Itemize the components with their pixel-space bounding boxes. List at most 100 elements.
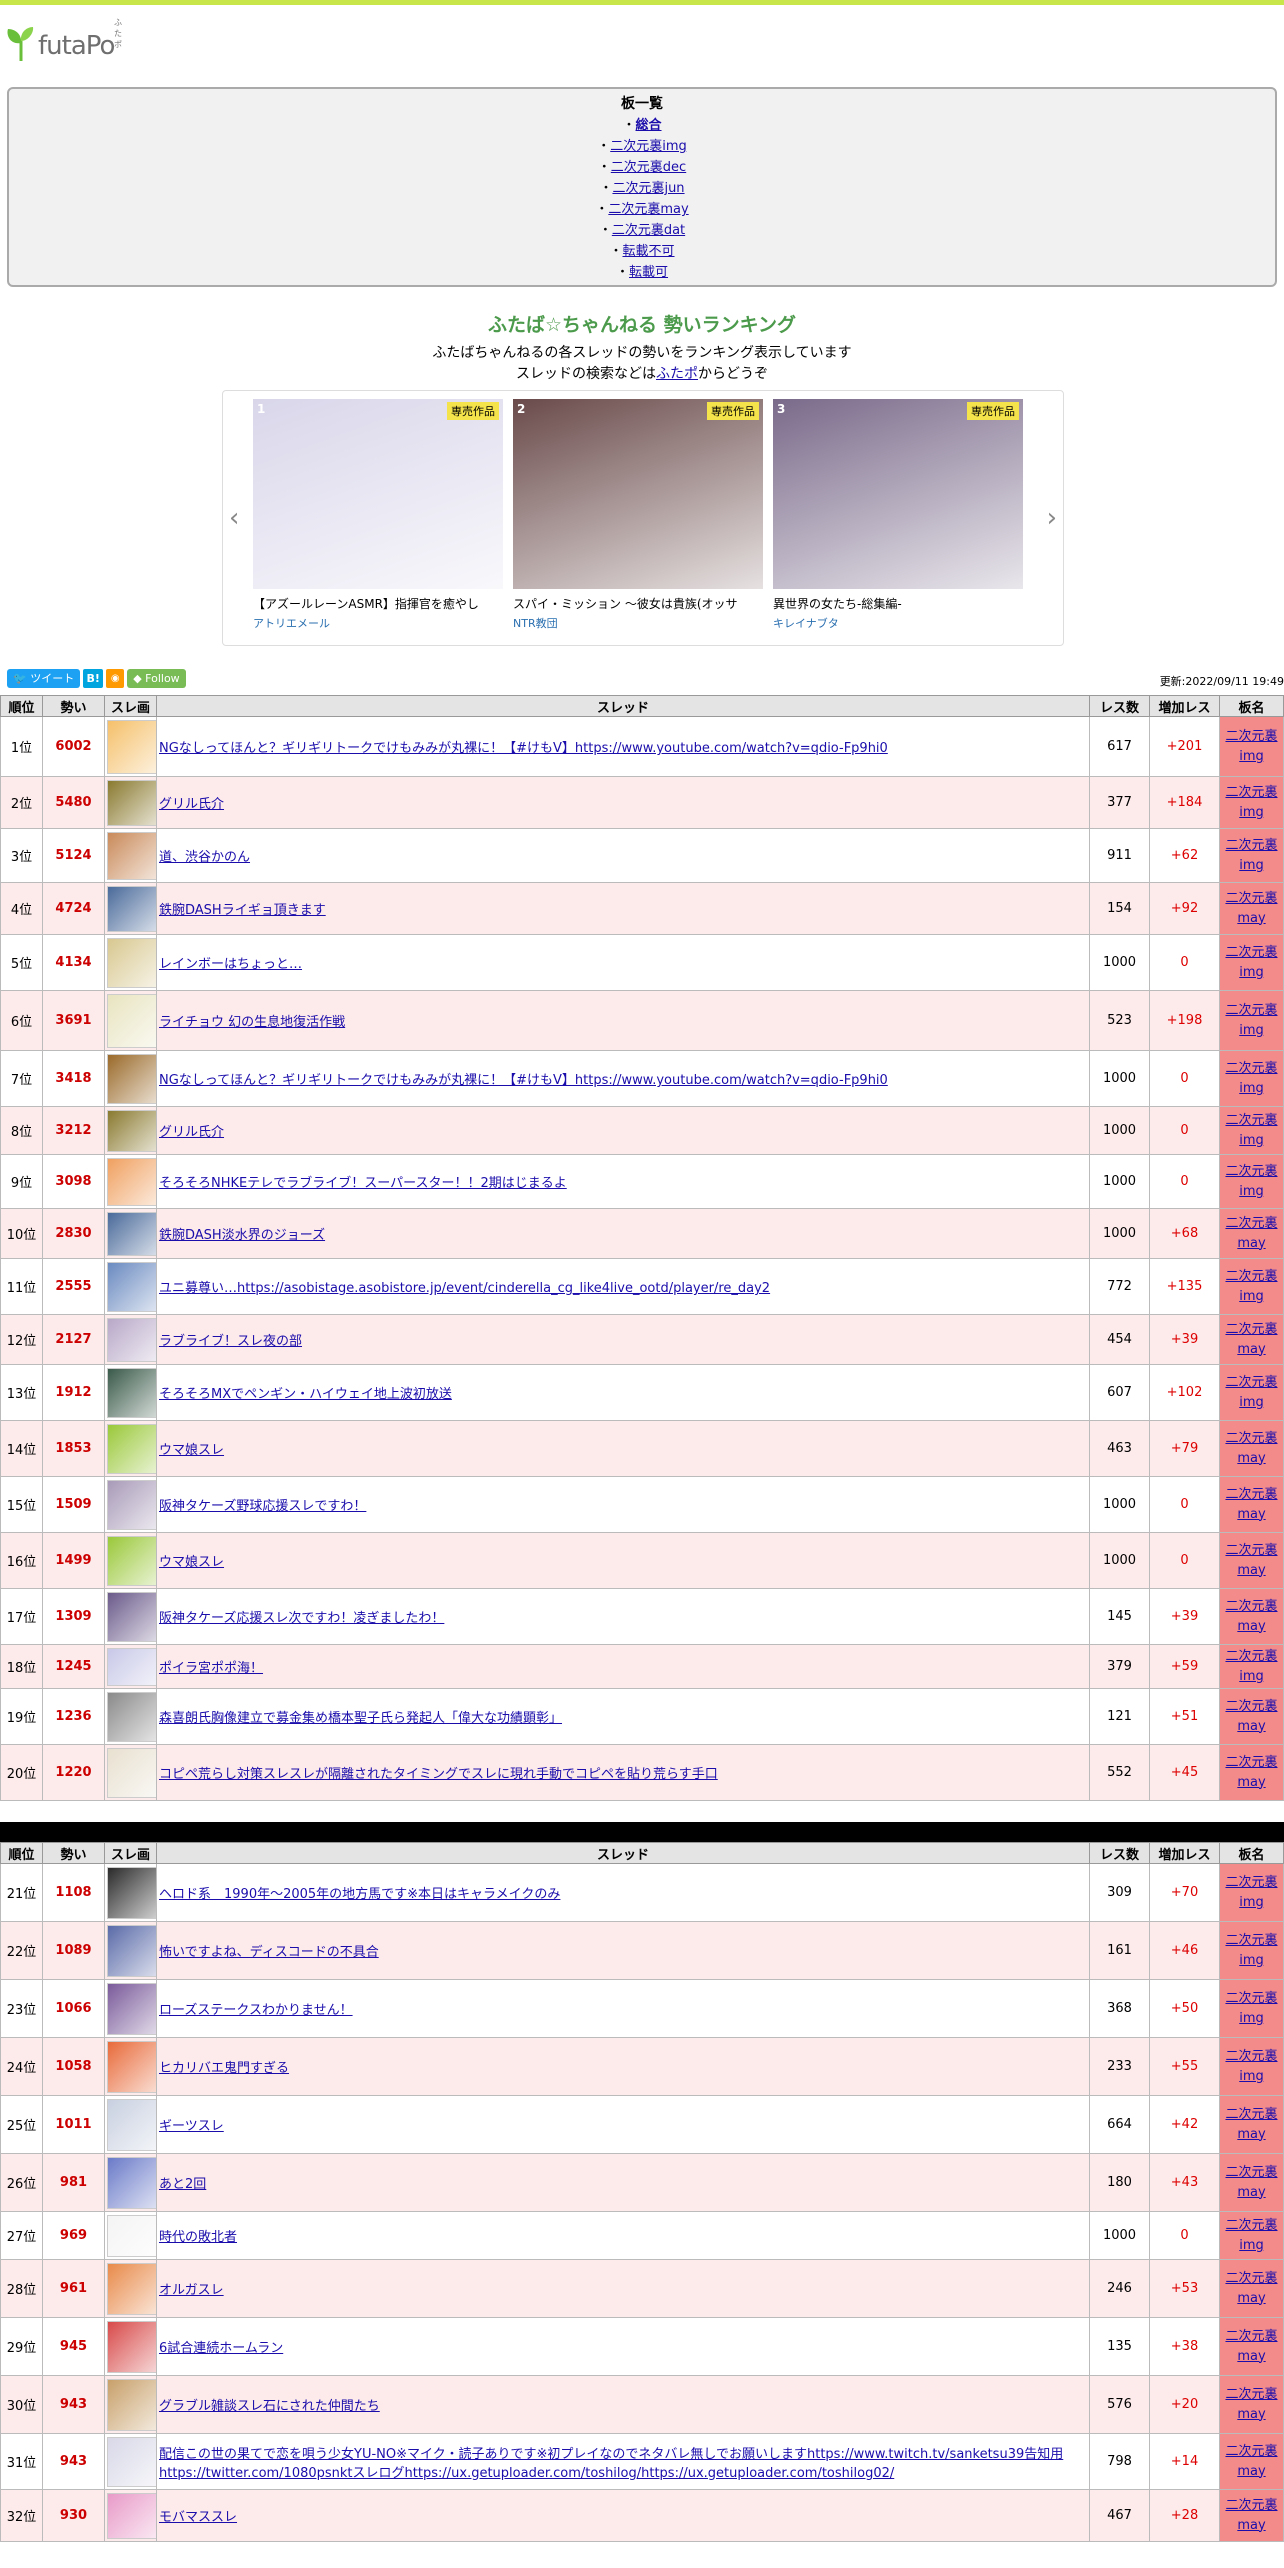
thread-link[interactable]: ポイラ宮ポポ海！	[159, 1661, 263, 1676]
carousel-item[interactable]: 1 専売作品 【アズールレーンASMR】指揮官を癒やし アトリエメール	[253, 399, 503, 631]
thread-thumbnail[interactable]	[107, 779, 157, 826]
board-name-link[interactable]: 二次元裏may	[1225, 1755, 1277, 1790]
thread-thumbnail[interactable]	[107, 885, 157, 932]
thread-thumbnail[interactable]	[107, 2156, 157, 2209]
carousel-prev-icon[interactable]: ‹	[229, 503, 239, 533]
thread-link[interactable]: ユニ募尊い…https://asobistage.asobistore.jp/e…	[159, 1281, 770, 1296]
thumb-cell[interactable]	[104, 1420, 157, 1477]
board-link[interactable]: 総合	[636, 118, 662, 133]
thumb-cell[interactable]	[104, 1588, 157, 1645]
thread-link[interactable]: オルガスレ	[159, 2283, 224, 2298]
thread-link[interactable]: ヘロド系 1990年〜2005年の地方馬です※本日はキャラメイクのみ	[159, 1887, 560, 1902]
thread-thumbnail[interactable]	[107, 1924, 157, 1977]
thread-thumbnail[interactable]	[107, 2098, 157, 2151]
board-name-link[interactable]: 二次元裏img	[1225, 1061, 1277, 1096]
thumb-cell[interactable]	[104, 1863, 157, 1922]
thumb-cell[interactable]	[104, 2375, 157, 2434]
board-name-link[interactable]: 二次元裏img	[1225, 1164, 1277, 1199]
tweet-button[interactable]: 🐦 ツイート	[7, 669, 81, 688]
thumb-cell[interactable]	[104, 2095, 157, 2154]
thumb-cell[interactable]	[104, 776, 157, 829]
thumb-cell[interactable]	[104, 2037, 157, 2096]
thread-thumbnail[interactable]	[107, 937, 157, 988]
site-logo[interactable]: futaPo ふたポ	[6, 18, 122, 61]
thumb-cell[interactable]	[104, 2259, 157, 2318]
thread-thumbnail[interactable]	[107, 1691, 157, 1742]
thumb-cell[interactable]	[104, 1688, 157, 1745]
thread-link[interactable]: 阪神タケーズ野球応援スレですわ！	[159, 1499, 366, 1514]
thumb-cell[interactable]	[104, 828, 157, 883]
thread-link[interactable]: 時代の敗北者	[159, 2230, 237, 2245]
board-name-link[interactable]: 二次元裏may	[1225, 1599, 1277, 1634]
thread-thumbnail[interactable]	[107, 1053, 157, 1104]
thread-thumbnail[interactable]	[107, 831, 157, 880]
thread-link[interactable]: そろそろMXでペンギン・ハイウェイ地上波初放送	[159, 1387, 452, 1402]
board-link[interactable]: 転載可	[629, 265, 668, 280]
thread-thumbnail[interactable]	[107, 1982, 157, 2035]
board-name-link[interactable]: 二次元裏may	[1225, 2329, 1277, 2364]
board-name-link[interactable]: 二次元裏img	[1225, 1375, 1277, 1410]
thread-link[interactable]: 阪神タケーズ応援スレ次ですわ！凌ぎましたわ！	[159, 1611, 444, 1626]
feedly-follow-button[interactable]: ◆ Follow	[127, 669, 186, 688]
board-name-link[interactable]: 二次元裏img	[1225, 945, 1277, 980]
rss-icon[interactable]: ◉	[106, 669, 125, 688]
thumb-cell[interactable]	[104, 1208, 157, 1259]
thread-thumbnail[interactable]	[107, 2378, 157, 2431]
board-name-link[interactable]: 二次元裏may	[1225, 891, 1277, 926]
board-name-link[interactable]: 二次元裏img	[1225, 1113, 1277, 1148]
thread-link[interactable]: グリル氏介	[159, 1125, 224, 1140]
product-cover-image[interactable]: 3 専売作品	[773, 399, 1023, 589]
board-name-link[interactable]: 二次元裏img	[1225, 729, 1277, 764]
board-name-link[interactable]: 二次元裏img	[1225, 2218, 1277, 2253]
thumb-cell[interactable]	[104, 1314, 157, 1365]
board-name-link[interactable]: 二次元裏may	[1225, 2387, 1277, 2422]
carousel-item[interactable]: 2 専売作品 スパイ・ミッション ～彼女は貴族(オッサ NTR教団	[513, 399, 763, 631]
thread-thumbnail[interactable]	[107, 1535, 157, 1586]
thread-thumbnail[interactable]	[107, 1866, 157, 1919]
thread-thumbnail[interactable]	[107, 719, 157, 774]
thumb-cell[interactable]	[104, 2211, 157, 2260]
product-title[interactable]: スパイ・ミッション ～彼女は貴族(オッサ	[513, 595, 763, 612]
product-circle[interactable]: アトリエメール	[253, 615, 503, 631]
board-link[interactable]: 転載不可	[623, 244, 675, 259]
board-name-link[interactable]: 二次元裏img	[1225, 838, 1277, 873]
thumb-cell[interactable]	[104, 1532, 157, 1589]
thread-thumbnail[interactable]	[107, 1647, 157, 1686]
thumb-cell[interactable]	[104, 716, 157, 777]
thread-link[interactable]: グリル氏介	[159, 797, 224, 812]
board-name-link[interactable]: 二次元裏may	[1225, 1487, 1277, 1522]
thumb-cell[interactable]	[104, 2317, 157, 2376]
thread-thumbnail[interactable]	[107, 1261, 157, 1312]
thread-link[interactable]: ローズステークスわかりません！	[159, 2003, 353, 2018]
futapo-link[interactable]: ふたポ	[656, 366, 698, 382]
thread-thumbnail[interactable]	[107, 993, 157, 1048]
thumb-cell[interactable]	[104, 1050, 157, 1107]
thread-link[interactable]: レインボーはちょっと…	[159, 957, 302, 972]
thread-link[interactable]: 怖いですよね、ディスコードの不具合	[159, 1945, 379, 1960]
board-name-link[interactable]: 二次元裏img	[1225, 2049, 1277, 2084]
thumb-cell[interactable]	[104, 2433, 157, 2490]
thread-thumbnail[interactable]	[107, 2436, 157, 2487]
thread-thumbnail[interactable]	[107, 1423, 157, 1474]
thumb-cell[interactable]	[104, 990, 157, 1051]
thread-link[interactable]: ウマ娘スレ	[159, 1555, 224, 1570]
board-name-link[interactable]: 二次元裏may	[1225, 1431, 1277, 1466]
thread-link[interactable]: 鉄腕DASHライギョ頂きます	[159, 903, 326, 918]
thumb-cell[interactable]	[104, 1921, 157, 1980]
product-title[interactable]: 異世界の女たち-総集編-	[773, 595, 1023, 612]
thumb-cell[interactable]	[104, 882, 157, 935]
thread-link[interactable]: ギーツスレ	[159, 2119, 224, 2134]
board-name-link[interactable]: 二次元裏img	[1225, 785, 1277, 820]
product-circle[interactable]: キレイナブタ	[773, 615, 1023, 631]
thumb-cell[interactable]	[104, 1258, 157, 1315]
thread-link[interactable]: そろそろNHKEテレでラブライブ！スーパースター！！2期はじまるよ	[159, 1176, 567, 1191]
board-link[interactable]: 二次元裏img	[610, 139, 687, 154]
thread-thumbnail[interactable]	[107, 2492, 157, 2539]
thumb-cell[interactable]	[104, 1644, 157, 1689]
thumb-cell[interactable]	[104, 1364, 157, 1421]
thumb-cell[interactable]	[104, 1476, 157, 1533]
thread-thumbnail[interactable]	[107, 2262, 157, 2315]
hatena-bookmark-button[interactable]: B!	[83, 669, 104, 688]
thread-link[interactable]: あと2回	[159, 2177, 206, 2192]
product-cover-image[interactable]: 1 専売作品	[253, 399, 503, 589]
